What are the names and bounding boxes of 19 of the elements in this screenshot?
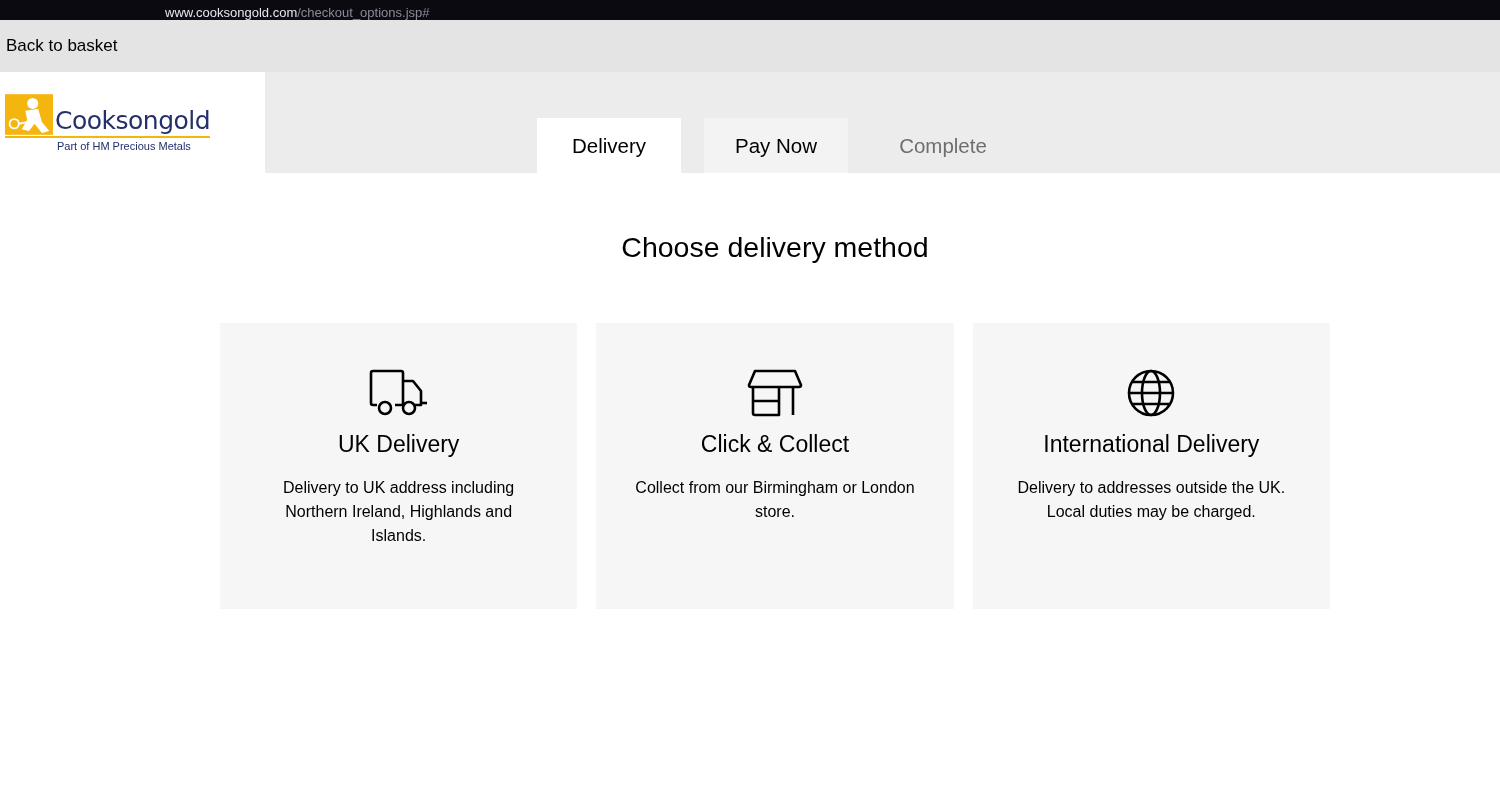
logo-wordmark: Cooksongold bbox=[55, 106, 211, 136]
address-bar-url[interactable]: www.cooksongold.com/checkout_options.jsp# bbox=[165, 5, 430, 20]
delivery-option-card[interactable]: UK Delivery Delivery to UK address including Northern Ireland, Highlands and Islands. bbox=[220, 323, 578, 609]
option-title: UK Delivery bbox=[337, 431, 460, 458]
option-title: International Delivery bbox=[1043, 431, 1260, 458]
page-heading: Choose delivery method bbox=[620, 231, 930, 264]
delivery-option-card[interactable]: International Delivery Delivery to addresses outside the UK. Local duties may be charged. bbox=[972, 323, 1330, 609]
delivery-option-card[interactable]: Click & Collect Collect from our Birmingham or London store. bbox=[596, 323, 954, 609]
checkout-step-tab[interactable]: Delivery bbox=[537, 118, 681, 173]
option-description: Delivery to UK address including Northern Ireland, Highlands and Islands. bbox=[282, 478, 516, 546]
checkout-step-tab[interactable]: Pay Now bbox=[704, 118, 848, 173]
store-icon bbox=[745, 369, 805, 417]
option-description: Delivery to addresses outside the UK. Local duties may be charged. bbox=[1016, 478, 1287, 522]
logo-icon bbox=[5, 93, 53, 136]
option-description: Collect from our Birmingham or London store. bbox=[634, 478, 916, 522]
option-title: Click & Collect bbox=[700, 431, 850, 458]
back-link[interactable]: Back to basket bbox=[6, 36, 118, 56]
logo-tagline: Part of HM Precious Metals bbox=[57, 140, 191, 152]
truck-icon bbox=[368, 369, 429, 417]
